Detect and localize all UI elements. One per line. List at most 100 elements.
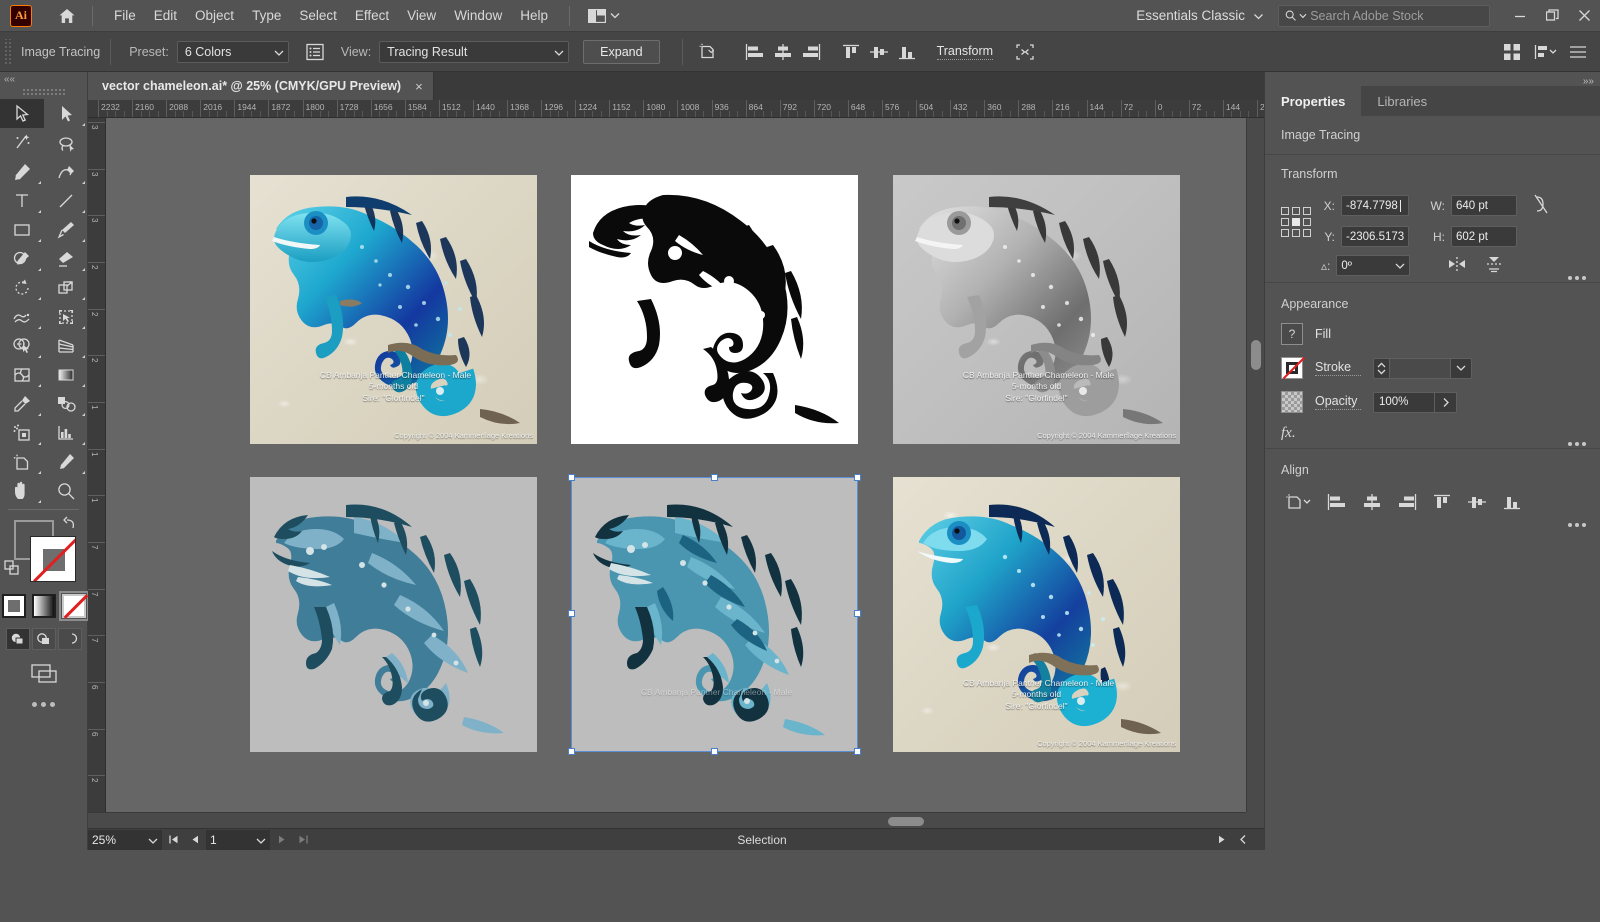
- menu-select[interactable]: Select: [290, 4, 346, 27]
- align-right-button[interactable]: [797, 39, 825, 65]
- menu-help[interactable]: Help: [511, 4, 557, 27]
- rotate-tool[interactable]: [0, 273, 44, 302]
- menu-file[interactable]: File: [105, 4, 145, 27]
- selection-handle-bottom-left[interactable]: [568, 748, 575, 755]
- previous-artboard-button[interactable]: [184, 830, 206, 850]
- artwork-original-photo[interactable]: CB Ambanja Panther Chameleon - Male 5-mo…: [250, 175, 537, 444]
- scale-tool[interactable]: [44, 273, 88, 302]
- align-bottom-button[interactable]: [893, 39, 921, 65]
- menu-effect[interactable]: Effect: [346, 4, 398, 27]
- align-left-button[interactable]: [741, 39, 769, 65]
- symbol-sprayer-tool[interactable]: [0, 418, 44, 447]
- stroke-stepper[interactable]: [1374, 361, 1389, 375]
- artwork-color-photo-trace[interactable]: CB Ambanja Panther Chameleon - Male 5-mo…: [893, 477, 1180, 752]
- scrollbar-thumb[interactable]: [1251, 340, 1261, 370]
- document-canvas[interactable]: CB Ambanja Panther Chameleon - Male 5-mo…: [106, 118, 1246, 818]
- artboard-tool-dropdown[interactable]: [693, 39, 727, 65]
- opacity-options-button[interactable]: [1434, 392, 1456, 412]
- draw-normal-button[interactable]: [5, 628, 30, 650]
- y-input[interactable]: -2306.5173: [1341, 226, 1409, 247]
- opacity-swatch[interactable]: [1281, 391, 1303, 413]
- chevron-down-icon[interactable]: [148, 833, 158, 847]
- chevron-down-icon[interactable]: [256, 833, 266, 847]
- reference-point-selector[interactable]: [1281, 207, 1311, 237]
- stroke-swatch-button[interactable]: [1281, 356, 1306, 380]
- align-vertical-center-button[interactable]: [1462, 489, 1492, 515]
- w-input[interactable]: 640 pt: [1451, 195, 1517, 216]
- arrange-documents-button[interactable]: [582, 7, 626, 25]
- selection-handle-middle-right[interactable]: [854, 610, 861, 617]
- home-icon[interactable]: [54, 3, 80, 29]
- image-tracing-panel-button[interactable]: [301, 39, 329, 65]
- tab-libraries[interactable]: Libraries: [1361, 86, 1443, 116]
- stroke-weight-value[interactable]: [1389, 358, 1451, 378]
- constrain-proportions-icon[interactable]: [1533, 193, 1549, 218]
- expand-button[interactable]: Expand: [583, 39, 660, 64]
- align-horizontal-center-button[interactable]: [1357, 489, 1387, 515]
- transform-link[interactable]: Transform: [936, 44, 994, 60]
- direct-selection-tool[interactable]: [44, 99, 88, 128]
- vertical-ruler[interactable]: 3 3 3 2 2 2 1 1 1 7 7 7 6 6 2: [88, 118, 106, 818]
- close-icon[interactable]: ×: [415, 79, 423, 94]
- align-bottom-edges-button[interactable]: [1497, 489, 1527, 515]
- rectangle-tool[interactable]: [0, 215, 44, 244]
- type-tool[interactable]: [0, 186, 44, 215]
- preset-dropdown[interactable]: 6 Colors: [176, 40, 289, 63]
- horizontal-ruler[interactable]: 2232 2160 2088 2016 1944 1872 1800 1728 1656 1584…: [88, 100, 1264, 118]
- magic-wand-tool[interactable]: [0, 128, 44, 157]
- angle-input[interactable]: 0º: [1336, 255, 1411, 276]
- selection-handle-bottom-right[interactable]: [854, 748, 861, 755]
- hand-tool[interactable]: [0, 476, 44, 505]
- align-center-vertical-button[interactable]: [865, 39, 893, 65]
- document-tab[interactable]: vector chameleon.ai* @ 25% (CMYK/GPU Pre…: [88, 72, 434, 100]
- mesh-tool[interactable]: [0, 360, 44, 389]
- eraser-tool[interactable]: [44, 244, 88, 273]
- minimize-button[interactable]: [1504, 1, 1536, 31]
- selection-tool[interactable]: [0, 99, 44, 128]
- panel-collapse-button[interactable]: »»: [1583, 76, 1594, 87]
- menu-edit[interactable]: Edit: [145, 4, 186, 27]
- swap-fill-stroke-icon[interactable]: [4, 560, 22, 581]
- flip-vertical-button[interactable]: [1484, 255, 1504, 276]
- zoom-tool[interactable]: [44, 476, 88, 505]
- appearance-more-options[interactable]: [1568, 442, 1586, 446]
- shape-builder-tool[interactable]: [0, 331, 44, 360]
- lasso-tool[interactable]: [44, 128, 88, 157]
- control-bar-grip[interactable]: [3, 38, 13, 65]
- artwork-black-white-trace[interactable]: [571, 175, 858, 444]
- align-top-edges-button[interactable]: [1427, 489, 1457, 515]
- curvature-tool[interactable]: [44, 157, 88, 186]
- none-swatch-button[interactable]: [58, 591, 89, 621]
- chevron-down-icon[interactable]: [1451, 365, 1471, 371]
- artboard-tool[interactable]: [0, 447, 44, 476]
- artboard-number-field[interactable]: 1: [206, 829, 270, 850]
- gradient-tool[interactable]: [44, 360, 88, 389]
- menu-object[interactable]: Object: [186, 4, 243, 27]
- view-dropdown[interactable]: Tracing Result: [379, 40, 570, 63]
- search-input[interactable]: [1310, 8, 1483, 23]
- close-button[interactable]: [1568, 1, 1600, 31]
- opacity-label[interactable]: Opacity: [1315, 394, 1361, 410]
- workspace-chevron-down-icon[interactable]: [1253, 9, 1264, 23]
- next-artboard-button[interactable]: [270, 830, 292, 850]
- free-transform-tool[interactable]: [44, 302, 88, 331]
- stroke-label[interactable]: Stroke: [1315, 360, 1361, 376]
- zoom-level-field[interactable]: 25%: [88, 829, 162, 850]
- selection-handle-top-right[interactable]: [854, 474, 861, 481]
- align-right-edges-button[interactable]: [1392, 489, 1422, 515]
- fill-swatch-button[interactable]: ?: [1281, 323, 1303, 345]
- first-artboard-button[interactable]: [162, 830, 184, 850]
- paintbrush-tool[interactable]: [44, 215, 88, 244]
- gradient-swatch-button[interactable]: [31, 594, 56, 618]
- shape-builder-button[interactable]: [1011, 39, 1039, 65]
- status-expand-button[interactable]: [1232, 830, 1254, 850]
- tools-panel-grip[interactable]: [22, 88, 66, 95]
- selection-handle-top-left[interactable]: [568, 474, 575, 481]
- color-swatch-button[interactable]: [1, 594, 26, 618]
- draw-behind-button[interactable]: [31, 628, 56, 650]
- perspective-grid-tool[interactable]: [44, 331, 88, 360]
- menu-type[interactable]: Type: [243, 4, 290, 27]
- selection-handle-top-center[interactable]: [711, 474, 718, 481]
- artwork-grayscale-trace[interactable]: CB Ambanja Panther Chameleon - Male 5-mo…: [893, 175, 1180, 444]
- stroke-weight-control[interactable]: [1373, 357, 1472, 379]
